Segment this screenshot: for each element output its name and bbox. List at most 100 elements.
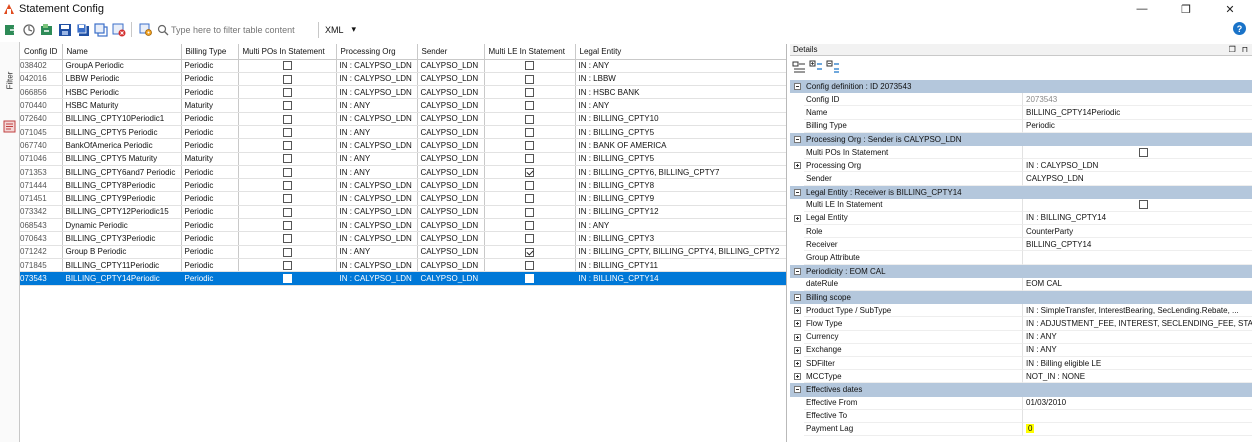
expand-icon[interactable] [793, 320, 801, 328]
property-row[interactable]: Role CounterParty [790, 225, 1252, 239]
property-value[interactable] [1023, 251, 1252, 265]
property-value[interactable] [1023, 199, 1252, 212]
table-row[interactable]: 071444 BILLING_CPTY8Periodic Periodic IN : … [20, 178, 786, 193]
collapse-icon[interactable] [793, 267, 801, 275]
expand-icon[interactable] [793, 162, 801, 170]
multi-le-checkbox[interactable] [525, 181, 534, 191]
property-row[interactable]: dateRule EOM CAL [790, 277, 1252, 291]
column-header[interactable]: Config ID [20, 44, 63, 60]
property-row[interactable]: Product Type / SubType IN : SimpleTransfe… [790, 304, 1252, 318]
refresh-icon[interactable] [21, 22, 36, 37]
multi-po-checkbox[interactable] [282, 247, 292, 257]
property-row[interactable]: Name BILLING_CPTY14Periodic [790, 106, 1252, 120]
property-category[interactable]: Billing scope [790, 291, 1252, 305]
column-header[interactable]: Sender [417, 44, 485, 60]
expander[interactable] [790, 162, 804, 170]
table-row[interactable]: 042016 LBBW Periodic Periodic IN : CALYPSO_… [20, 72, 786, 87]
filter-panel-icon[interactable] [3, 120, 16, 133]
property-row[interactable]: Billing Type Periodic [790, 119, 1252, 133]
collapse-icon[interactable] [793, 135, 801, 143]
expander[interactable] [790, 320, 804, 328]
property-value[interactable]: CounterParty [1023, 225, 1252, 239]
delete-icon[interactable] [111, 22, 126, 37]
multi-le-checkbox[interactable] [525, 234, 534, 244]
table-row[interactable]: 070440 HSBC Maturity Maturity IN : ANY CALYP… [20, 98, 786, 113]
property-row[interactable]: Sender CALYPSO_LDN [790, 172, 1252, 186]
property-value[interactable]: 01/03/2010 [1023, 397, 1252, 410]
table-row[interactable]: 073543 BILLING_CPTY14Periodic Periodic IN :… [20, 271, 786, 286]
expander[interactable] [790, 294, 804, 302]
property-row[interactable]: Flow Type IN : ADJUSTMENT_FEE, INTEREST, … [790, 317, 1252, 331]
multi-le-checkbox[interactable] [525, 207, 534, 217]
table-row[interactable]: 071451 BILLING_CPTY9Periodic Periodic IN : … [20, 191, 786, 206]
collapse-icon[interactable] [793, 188, 801, 196]
multi-po-checkbox[interactable] [282, 87, 292, 97]
expand-icon[interactable] [793, 214, 801, 222]
property-row[interactable]: Payment Lag 0 [790, 422, 1252, 437]
expander[interactable] [790, 386, 804, 394]
table-row[interactable]: 071845 BILLING_CPTY11Periodic Periodic IN :… [20, 258, 786, 273]
property-row[interactable]: Config ID 2073543 [790, 93, 1252, 107]
multi-po-checkbox[interactable] [282, 114, 292, 124]
property-value[interactable]: NOT_IN : NONE [1023, 370, 1252, 384]
multi-po-checkbox[interactable] [282, 167, 292, 177]
property-value[interactable]: IN : SimpleTransfer, InterestBearing, Se… [1023, 304, 1252, 318]
maximize-button[interactable]: ❐ [1164, 0, 1208, 18]
table-row[interactable]: 073342 BILLING_CPTY12Periodic15 Periodic IN… [20, 205, 786, 220]
expander[interactable] [790, 83, 804, 91]
multi-le-checkbox[interactable] [525, 74, 534, 84]
pin-panel-button[interactable]: ⊓ [1242, 45, 1248, 54]
property-value[interactable]: Periodic [1023, 120, 1252, 133]
multi-le-checkbox[interactable] [525, 194, 534, 204]
property-category[interactable]: Periodicity : EOM CAL [790, 264, 1252, 278]
minimize-button[interactable]: — [1120, 0, 1164, 18]
multi-le-checkbox[interactable] [525, 141, 534, 151]
multi-po-checkbox[interactable] [282, 141, 292, 151]
expander[interactable] [790, 267, 804, 275]
column-header[interactable]: Multi POs In Statement [238, 44, 337, 60]
table-row[interactable]: 072640 BILLING_CPTY10Periodic1 Periodic IN … [20, 112, 786, 126]
multi-po-checkbox[interactable] [282, 274, 292, 284]
multi-po-checkbox[interactable] [282, 74, 292, 84]
property-value[interactable]: BILLING_CPTY14Periodic [1023, 106, 1252, 120]
close-button[interactable]: ✕ [1208, 0, 1252, 18]
multi-po-checkbox[interactable] [282, 181, 292, 191]
property-value[interactable]: IN : BILLING_CPTY14 [1023, 212, 1252, 226]
expand-icon[interactable] [793, 333, 801, 341]
multi-le-checkbox[interactable] [525, 154, 534, 164]
table-row[interactable]: 071046 BILLING_CPTY5 Maturity Maturity IN :… [20, 152, 786, 166]
expander[interactable] [790, 373, 804, 381]
expand-icon[interactable] [793, 373, 801, 381]
property-row[interactable]: Multi POs In Statement [790, 145, 1252, 160]
expander[interactable] [790, 333, 804, 341]
property-row[interactable]: Effective From 01/03/2010 [790, 396, 1252, 410]
new-config-icon[interactable] [39, 22, 54, 37]
collapse-icon[interactable] [793, 294, 801, 302]
multi-le-checkbox[interactable] [525, 61, 534, 71]
property-value[interactable]: IN : Billing eligible LE [1023, 357, 1252, 371]
expander[interactable] [790, 214, 804, 222]
format-select[interactable]: XML ▾ [325, 24, 356, 35]
table-row[interactable]: 071353 BILLING_CPTY6and7 Periodic Periodic… [20, 165, 786, 180]
column-header[interactable]: Name [62, 44, 182, 60]
property-category[interactable]: Legal Entity : Receiver is BILLING_CPTY1… [790, 185, 1252, 199]
property-value[interactable]: 0 [1023, 423, 1252, 437]
help-icon[interactable]: ? [1233, 22, 1246, 35]
property-value[interactable]: 2073543 [1023, 93, 1252, 107]
multi-po-checkbox[interactable] [282, 234, 292, 244]
load-icon[interactable] [3, 22, 18, 37]
column-header[interactable]: Billing Type [181, 44, 239, 60]
settings-icon[interactable] [138, 22, 153, 37]
property-row[interactable]: SDFilter IN : Billing eligible LE [790, 356, 1252, 371]
expand-all-icon[interactable] [809, 60, 823, 74]
multi-le-checkbox[interactable] [525, 127, 534, 137]
float-panel-button[interactable]: ❐ [1229, 45, 1236, 54]
expander[interactable] [790, 188, 804, 196]
table-row[interactable]: 071045 BILLING_CPTY5 Periodic Periodic IN :… [20, 125, 786, 140]
collapse-all-icon[interactable] [826, 60, 840, 74]
table-row[interactable]: 071242 Group B Periodic Periodic IN : ANY CA… [20, 245, 786, 259]
property-value[interactable]: EOM CAL [1023, 278, 1252, 291]
copy-icon[interactable] [93, 22, 108, 37]
multi-po-checkbox[interactable] [282, 101, 292, 111]
property-row[interactable]: Exchange IN : ANY [790, 343, 1252, 357]
